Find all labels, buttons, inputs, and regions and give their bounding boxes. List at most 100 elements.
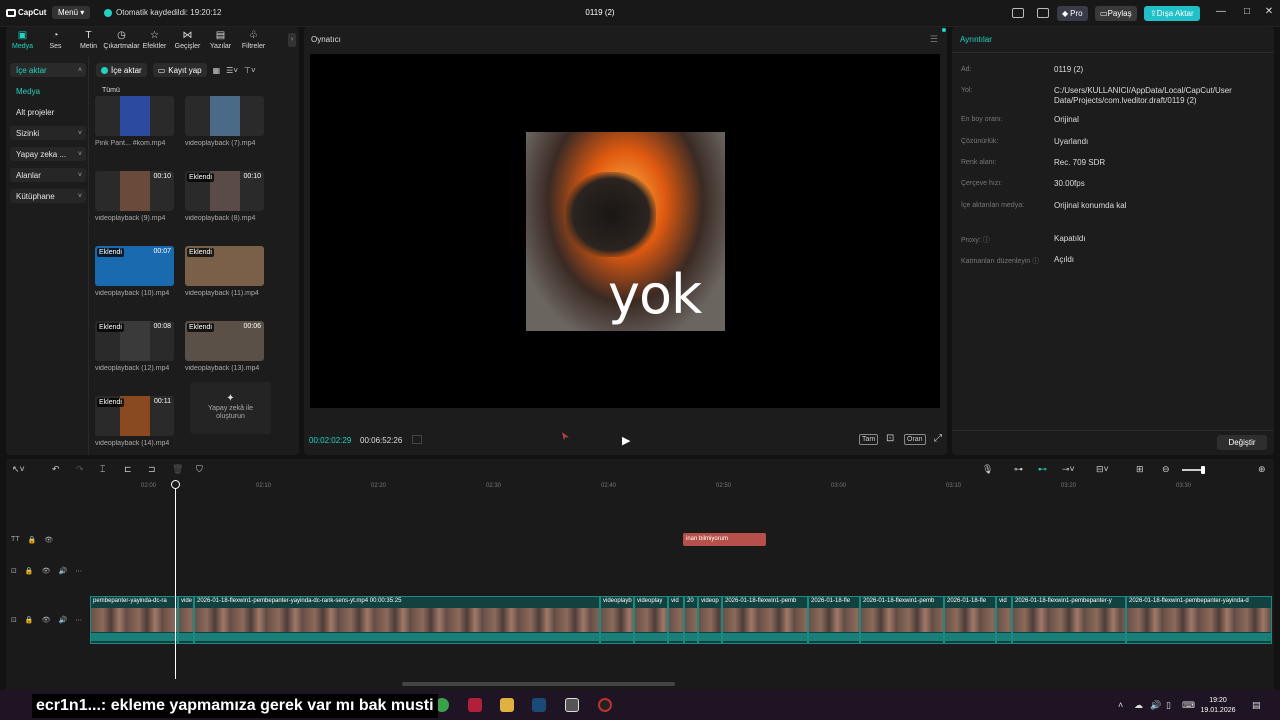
change-button[interactable]: Değiştir xyxy=(1217,435,1267,450)
trim-left-icon[interactable]: ⊏ xyxy=(124,464,132,475)
network-icon[interactable]: ☁ xyxy=(1134,700,1143,711)
taskbar-clock[interactable]: 19:20 19.01.2026 xyxy=(1196,696,1240,716)
video-clip[interactable]: videoplay xyxy=(634,596,668,644)
eye-icon[interactable]: 👁 xyxy=(42,567,51,575)
file-explorer-icon[interactable] xyxy=(500,698,514,712)
eye-icon[interactable]: 👁 xyxy=(44,536,53,544)
filter-icon[interactable]: ⊤˅ xyxy=(244,66,256,75)
captions-icon[interactable]: ⊞ xyxy=(1136,464,1144,475)
video-clip[interactable]: videoplayb xyxy=(600,596,634,644)
snapshot-icon[interactable]: ⊡ xyxy=(884,434,896,444)
timeline-ruler[interactable]: 02:00 02:10 02:20 02:30 02:40 02:50 03:00 03:10… xyxy=(90,481,1274,493)
more-icon[interactable]: ⋯ xyxy=(75,616,82,624)
delete-icon[interactable]: 🗑 xyxy=(172,464,183,475)
playhead-handle[interactable] xyxy=(171,480,180,489)
tab-ses[interactable]: ◔ Ses xyxy=(39,27,72,54)
nav-spaces[interactable]: Alanlar ˅ xyxy=(10,168,86,182)
video-clip[interactable]: 2026-01-18-fle xyxy=(808,596,860,644)
nav-library[interactable]: Kütüphane ˅ xyxy=(10,189,86,203)
media-item[interactable]: Eklendi 00:07 videoplayback (10).mp4 xyxy=(95,246,174,297)
tab-çıkartmalar[interactable]: ◷ Çıkartmalar xyxy=(103,27,139,54)
media-item[interactable]: Eklendi 00:08 videoplayback (12).mp4 xyxy=(95,321,174,372)
eye-icon[interactable]: 👁 xyxy=(42,616,51,624)
layout-icon[interactable] xyxy=(1012,8,1024,18)
video-clip[interactable]: 2026-01-18-flexwin1-pembepanter-yayinda-… xyxy=(194,596,600,644)
zoom-slider-handle[interactable] xyxy=(1201,466,1205,474)
app-circle-icon[interactable] xyxy=(598,698,612,712)
play-icon[interactable]: ▶ xyxy=(622,434,630,447)
video-clip[interactable]: 2026-01-18-flexwin1-pemb xyxy=(722,596,808,644)
video-clip[interactable]: vid xyxy=(996,596,1012,644)
steam-icon[interactable] xyxy=(532,698,546,712)
redo-icon[interactable]: ↷ xyxy=(76,464,84,475)
media-item[interactable]: Eklendi videoplayback (11).mp4 xyxy=(185,246,264,297)
tabs-next-icon[interactable]: › xyxy=(288,33,296,47)
text-clip[interactable]: inan bilmiyorum xyxy=(683,533,766,546)
video-clip[interactable]: 2026-01-18-fle xyxy=(944,596,996,644)
ai-create-card[interactable]: ✦ Yapay zekâ ile oluşturun xyxy=(190,382,271,434)
chain-icon[interactable]: ⊸˅ xyxy=(1062,464,1075,475)
expand-icon[interactable]: ⤢ xyxy=(932,434,944,444)
tab-yazılar[interactable]: ▤ Yazılar xyxy=(204,27,237,54)
tab-geçişler[interactable]: ⋈ Geçişler xyxy=(171,27,204,54)
video-clip[interactable]: 2026-01-18-flexwin1-pemb xyxy=(860,596,944,644)
pro-button[interactable]: ◆ Pro xyxy=(1057,6,1088,21)
speaker-icon[interactable]: 🔊 xyxy=(58,616,67,624)
zoom-out-icon[interactable]: ⊖ xyxy=(1162,464,1170,475)
playhead[interactable] xyxy=(175,481,176,679)
capcut-taskbar-icon[interactable] xyxy=(565,698,579,712)
media-item[interactable]: Pink Pant... #kom.mp4 xyxy=(95,96,174,147)
menu-icon[interactable]: ☰ xyxy=(930,34,938,45)
video-clip[interactable]: 20 xyxy=(684,596,698,644)
notifications-icon[interactable]: ▤ xyxy=(1252,700,1261,711)
align-icon[interactable]: ⊟˅ xyxy=(1096,464,1109,475)
video-clip[interactable]: 2026-01-18-flexwin1-pembepanter-yayinda-… xyxy=(1126,596,1272,644)
tab-filtreler[interactable]: ♧ Filtreler xyxy=(237,27,270,54)
import-button[interactable]: İçe aktar xyxy=(96,63,147,77)
keyboard-icon[interactable]: ⌨ xyxy=(1182,700,1195,711)
zoom-in-icon[interactable]: ⊕ xyxy=(1258,464,1266,475)
split-icon[interactable]: ⌶ xyxy=(100,464,105,475)
lock-icon[interactable]: 🔒 xyxy=(25,567,34,575)
ratio-button[interactable]: Oran xyxy=(904,434,926,445)
microphone-icon[interactable]: 🎙 xyxy=(982,464,993,475)
maximize-icon[interactable]: □ xyxy=(1240,6,1254,17)
lock-icon[interactable]: 🔒 xyxy=(25,616,34,624)
close-icon[interactable]: ✕ xyxy=(1262,6,1276,17)
grid-view-icon[interactable]: ▦ xyxy=(213,66,221,75)
shortcuts-icon[interactable] xyxy=(1037,8,1049,18)
media-item[interactable]: Eklendi 00:11 videoplayback (14).mp4 xyxy=(95,396,174,447)
minimize-icon[interactable]: — xyxy=(1214,6,1228,17)
speaker-icon[interactable]: 🔊 xyxy=(58,567,67,575)
menu-button[interactable]: Menü ▾ xyxy=(52,6,91,19)
battery-icon[interactable]: ▯ xyxy=(1166,700,1171,711)
volume-icon[interactable]: 🔊 xyxy=(1150,700,1161,711)
link-icon[interactable]: ⊶ xyxy=(1014,464,1023,475)
trim-right-icon[interactable]: ⊐ xyxy=(148,464,156,475)
video-clip[interactable]: pembepanter-yayinda-dc-ra xyxy=(90,596,178,644)
magnet-icon[interactable]: ⊷ xyxy=(1038,464,1047,475)
app-red-icon[interactable] xyxy=(468,698,482,712)
select-pointer-icon[interactable]: ↖˅ xyxy=(12,464,25,475)
tab-efektler[interactable]: ☆ Efektler xyxy=(138,27,171,54)
nav-yours[interactable]: Sizinki ˅ xyxy=(10,126,86,140)
media-item[interactable]: videoplayback (7).mp4 xyxy=(185,96,264,147)
timeline-grid-icon[interactable] xyxy=(412,435,422,444)
media-item[interactable]: Eklendi 00:06 videoplayback (13).mp4 xyxy=(185,321,264,372)
nav-media[interactable]: Medya xyxy=(10,84,86,98)
video-clip[interactable]: vide xyxy=(178,596,194,644)
tray-chevron-icon[interactable]: ˄ xyxy=(1118,700,1123,710)
more-icon[interactable]: ⋯ xyxy=(75,567,82,575)
lock-icon[interactable]: 🔒 xyxy=(28,536,37,544)
video-clip[interactable]: vid xyxy=(668,596,684,644)
record-button[interactable]: ▭ Kayıt yap xyxy=(152,63,207,77)
video-clip[interactable]: videop xyxy=(698,596,722,644)
sort-icon[interactable]: ☰˅ xyxy=(226,66,238,75)
fullscreen-mode-button[interactable]: Tam xyxy=(859,434,879,445)
export-button[interactable]: ⇪ Dışa Aktar xyxy=(1144,6,1200,21)
video-viewport[interactable]: yok xyxy=(310,54,940,408)
nav-ai[interactable]: Yapay zeka ... ˅ xyxy=(10,147,86,161)
media-item[interactable]: 00:10 videoplayback (9).mp4 xyxy=(95,171,174,222)
tab-metin[interactable]: T Metin xyxy=(72,27,105,54)
nav-subprojects[interactable]: Alt projeler xyxy=(10,105,86,119)
